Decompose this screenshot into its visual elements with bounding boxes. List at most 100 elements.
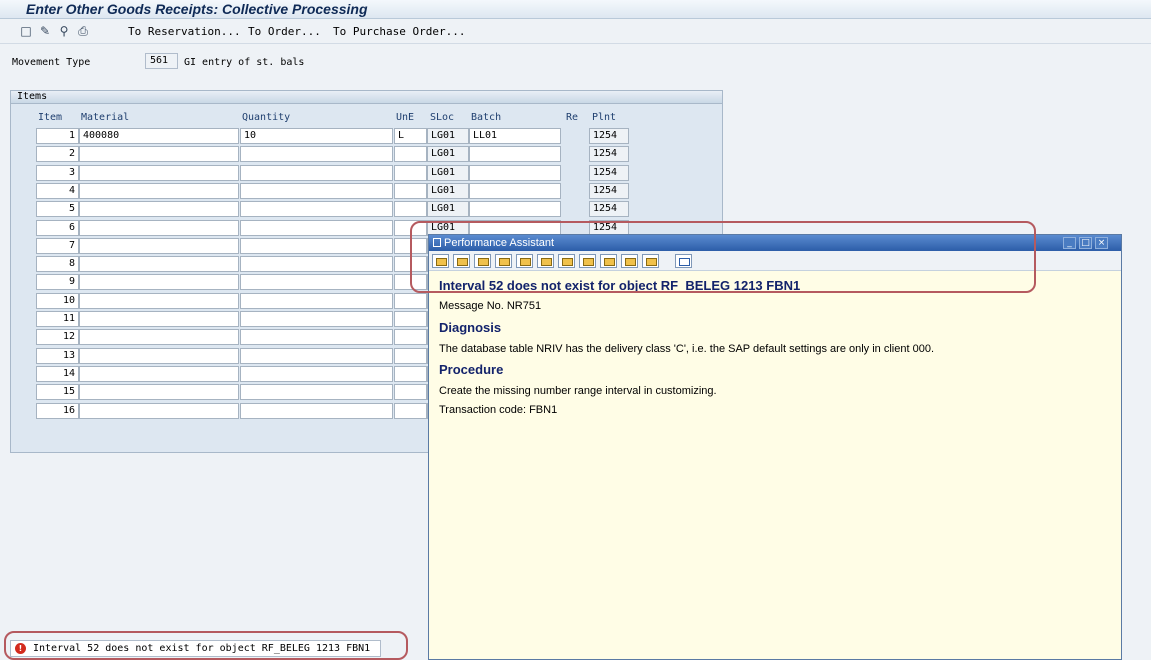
to-order-button[interactable]: To Order... (248, 25, 321, 38)
item-number-cell: 4 (36, 182, 79, 199)
maximize-icon[interactable]: □ (1079, 237, 1092, 249)
quantity-cell[interactable] (240, 237, 393, 254)
item-number-cell: 14 (36, 365, 79, 382)
storage-location-cell[interactable]: LG01 (427, 182, 469, 199)
material-cell[interactable] (79, 365, 239, 382)
unit-cell[interactable] (394, 311, 427, 327)
material-cell[interactable] (79, 311, 239, 327)
batch-cell[interactable] (469, 164, 561, 181)
table-row: 4 LG01 1254 (0, 182, 700, 199)
item-number-cell: 11 (36, 311, 79, 327)
batch-cell[interactable] (469, 182, 561, 199)
item-number-cell: 7 (36, 237, 79, 254)
table-row: 3 LG01 1254 (0, 164, 700, 181)
column-header-batch[interactable]: Batch (471, 112, 501, 123)
diagnosis-text: The database table NRIV has the delivery… (439, 343, 934, 355)
item-number-cell: 1 (36, 128, 79, 144)
unit-cell[interactable] (394, 292, 427, 309)
print-icon[interactable]: ⎙ (76, 25, 90, 38)
plant-cell[interactable]: 1254 (589, 164, 629, 181)
material-cell[interactable] (79, 329, 239, 346)
find-icon[interactable]: ⚲ (57, 25, 71, 38)
material-cell[interactable] (79, 201, 239, 218)
batch-cell[interactable]: LL01 (469, 128, 561, 144)
material-cell[interactable] (79, 146, 239, 163)
status-bar: ! Interval 52 does not exist for object … (0, 637, 428, 660)
plant-cell[interactable]: 1254 (589, 146, 629, 163)
movement-type-field[interactable]: 561 (145, 53, 178, 69)
material-cell[interactable] (79, 292, 239, 309)
unit-cell[interactable] (394, 365, 427, 382)
item-number-cell: 10 (36, 292, 79, 309)
storage-location-cell[interactable]: LG01 (427, 146, 469, 163)
unit-cell[interactable] (394, 182, 427, 199)
unit-cell[interactable] (394, 164, 427, 181)
to-reservation-button[interactable]: To Reservation... (128, 25, 241, 38)
quantity-cell[interactable] (240, 164, 393, 181)
batch-cell[interactable] (469, 146, 561, 163)
movement-type-label: Movement Type (12, 57, 91, 68)
column-header-une[interactable]: UnE (396, 112, 414, 123)
close-window-icon[interactable]: × (1095, 237, 1108, 249)
quantity-cell[interactable] (240, 384, 393, 401)
quantity-cell[interactable] (240, 201, 393, 218)
quantity-cell[interactable] (240, 365, 393, 382)
quantity-cell[interactable] (240, 146, 393, 163)
quantity-cell[interactable] (240, 219, 393, 236)
material-cell[interactable] (79, 219, 239, 236)
column-header-material[interactable]: Material (81, 112, 129, 123)
unit-cell[interactable]: L (394, 128, 427, 144)
plant-cell[interactable]: 1254 (589, 182, 629, 199)
unit-cell[interactable] (394, 402, 427, 419)
quantity-cell[interactable] (240, 256, 393, 273)
quantity-cell[interactable] (240, 292, 393, 309)
diagnosis-title: Diagnosis (439, 320, 502, 335)
column-header-re[interactable]: Re (566, 112, 578, 123)
material-cell[interactable] (79, 274, 239, 291)
to-purchase-order-button[interactable]: To Purchase Order... (333, 25, 465, 38)
title-bar: Enter Other Goods Receipts: Collective P… (0, 0, 1151, 19)
quantity-cell[interactable] (240, 182, 393, 199)
window-title: Enter Other Goods Receipts: Collective P… (26, 1, 368, 17)
error-icon: ! (15, 643, 26, 654)
material-cell[interactable] (79, 237, 239, 254)
quantity-cell[interactable] (240, 311, 393, 327)
column-header-item[interactable]: Item (38, 112, 62, 123)
material-cell[interactable] (79, 347, 239, 364)
unit-cell[interactable] (394, 347, 427, 364)
table-row: 1 400080 10 L LG01 LL01 1254 (0, 128, 700, 144)
material-cell[interactable] (79, 402, 239, 419)
column-header-plnt[interactable]: Plnt (592, 112, 616, 123)
material-cell[interactable]: 400080 (79, 128, 239, 144)
new-document-icon[interactable]: □ (19, 25, 33, 38)
procedure-title: Procedure (439, 362, 504, 377)
item-number-cell: 13 (36, 347, 79, 364)
quantity-cell[interactable] (240, 347, 393, 364)
item-number-cell: 12 (36, 329, 79, 346)
item-number-cell: 2 (36, 146, 79, 163)
status-message-box[interactable]: ! Interval 52 does not exist for object … (10, 640, 381, 657)
storage-location-cell[interactable]: LG01 (427, 128, 469, 144)
storage-location-cell[interactable]: LG01 (427, 201, 469, 218)
material-cell[interactable] (79, 164, 239, 181)
plant-cell[interactable]: 1254 (589, 201, 629, 218)
quantity-cell[interactable] (240, 329, 393, 346)
material-cell[interactable] (79, 384, 239, 401)
minimize-icon[interactable]: _ (1063, 237, 1076, 249)
plant-cell[interactable]: 1254 (589, 128, 629, 144)
column-header-sloc[interactable]: SLoc (430, 112, 454, 123)
quantity-cell[interactable] (240, 402, 393, 419)
material-cell[interactable] (79, 182, 239, 199)
unit-cell[interactable] (394, 329, 427, 346)
material-cell[interactable] (79, 256, 239, 273)
storage-location-cell[interactable]: LG01 (427, 164, 469, 181)
unit-cell[interactable] (394, 384, 427, 401)
quantity-cell[interactable] (240, 274, 393, 291)
table-row: 5 LG01 1254 (0, 201, 700, 218)
column-header-quantity[interactable]: Quantity (242, 112, 290, 123)
edit-pencil-icon[interactable]: ✎ (38, 25, 52, 38)
unit-cell[interactable] (394, 201, 427, 218)
quantity-cell[interactable]: 10 (240, 128, 393, 144)
batch-cell[interactable] (469, 201, 561, 218)
unit-cell[interactable] (394, 146, 427, 163)
